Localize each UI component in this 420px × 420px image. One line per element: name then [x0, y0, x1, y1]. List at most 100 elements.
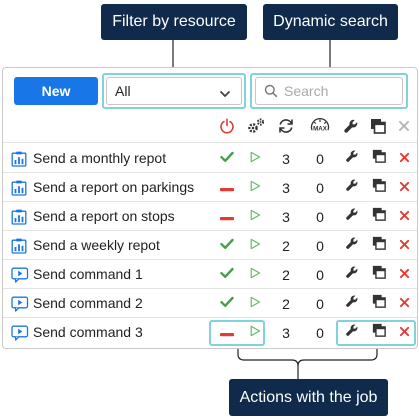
minus-icon: [220, 179, 234, 197]
job-name[interactable]: Send a report on stops: [33, 208, 175, 224]
report-icon: [11, 151, 27, 172]
run-job-button[interactable]: [243, 173, 267, 202]
runs-count: 2: [282, 295, 290, 312]
max-count: 0: [316, 324, 324, 341]
edit-job-button[interactable]: [340, 202, 364, 231]
wrench-icon: [343, 118, 359, 139]
edit-job-button[interactable]: [340, 231, 364, 260]
column-max-header[interactable]: MAX: [306, 117, 334, 139]
column-delete-header[interactable]: [394, 117, 414, 139]
header-divider: [3, 142, 417, 143]
toggle-status-button[interactable]: [215, 202, 239, 231]
check-icon: [220, 295, 234, 313]
close-icon: [399, 179, 410, 197]
copy-job-button[interactable]: [367, 231, 391, 260]
edit-job-button[interactable]: [340, 289, 364, 318]
delete-job-button[interactable]: [393, 173, 415, 202]
copy-job-button[interactable]: [367, 173, 391, 202]
runs-count: 3: [282, 179, 290, 196]
search-input[interactable]: [284, 83, 394, 99]
delete-job-button[interactable]: [393, 144, 415, 173]
runs-count: 3: [282, 150, 290, 167]
copy-job-button[interactable]: [367, 202, 391, 231]
toggle-status-button[interactable]: [215, 173, 239, 202]
max-count: 0: [316, 208, 324, 225]
column-power-header[interactable]: [216, 117, 238, 139]
toggle-status-button[interactable]: [215, 260, 239, 289]
chevron-down-icon: [219, 86, 231, 102]
job-name[interactable]: Send command 1: [33, 266, 143, 282]
resource-filter-value: All: [115, 83, 131, 99]
resource-filter-select[interactable]: All: [106, 77, 242, 105]
copy-job-button[interactable]: [367, 144, 391, 173]
run-job-button[interactable]: [243, 202, 267, 231]
toggle-status-button[interactable]: [215, 289, 239, 318]
edit-job-button[interactable]: [340, 144, 364, 173]
copy-job-button[interactable]: [367, 260, 391, 289]
run-job-button[interactable]: [243, 260, 267, 289]
report-icon: [11, 180, 27, 201]
job-name[interactable]: Send command 2: [33, 295, 143, 311]
search-field[interactable]: [255, 77, 403, 105]
delete-job-button[interactable]: [393, 260, 415, 289]
edit-job-button[interactable]: [340, 260, 364, 289]
play-icon: [249, 150, 261, 168]
job-row-6[interactable]: Send command 2 2 0: [3, 289, 417, 318]
column-copy-header[interactable]: [367, 117, 389, 139]
report-icon: [11, 238, 27, 259]
filter-callout: Filter by resource: [101, 4, 247, 40]
toggle-status-button[interactable]: [215, 231, 239, 260]
close-icon: [398, 119, 410, 137]
edit-job-button[interactable]: [340, 173, 364, 202]
wrench-icon: [345, 236, 359, 255]
copy-icon: [372, 236, 386, 255]
wrench-icon: [345, 178, 359, 197]
search-icon: [264, 84, 278, 98]
delete-job-button[interactable]: [393, 231, 415, 260]
max-icon: MAX: [309, 116, 331, 141]
delete-job-button[interactable]: [393, 289, 415, 318]
refresh-icon: [277, 117, 295, 140]
job-row-4[interactable]: Send a weekly repot 2 0: [3, 231, 417, 260]
job-name[interactable]: Send a monthly repot: [33, 150, 166, 166]
job-row-3[interactable]: Send a report on stops 3 0: [3, 202, 417, 231]
copy-job-button[interactable]: [367, 289, 391, 318]
play-icon: [249, 208, 261, 226]
job-row-2[interactable]: Send a report on parkings 3 0: [3, 173, 417, 202]
new-job-button[interactable]: New: [14, 77, 98, 105]
delete-job-button[interactable]: [393, 202, 415, 231]
wrench-icon: [345, 265, 359, 284]
close-icon: [399, 208, 410, 226]
copy-icon: [372, 294, 386, 313]
close-icon: [399, 150, 410, 168]
check-icon: [220, 150, 234, 168]
check-icon: [220, 266, 234, 284]
column-edit-header[interactable]: [340, 117, 362, 139]
column-refresh-header[interactable]: [274, 117, 298, 139]
runs-count: 3: [282, 208, 290, 225]
run-job-button[interactable]: [243, 144, 267, 173]
job-name[interactable]: Send a report on parkings: [33, 179, 194, 195]
column-gears-header[interactable]: [243, 117, 269, 139]
play-icon: [249, 295, 261, 313]
command-icon: [11, 296, 29, 317]
job-name[interactable]: Send command 3: [33, 324, 143, 340]
max-count: 0: [316, 295, 324, 312]
play-icon: [249, 237, 261, 255]
runs-count: 3: [282, 324, 290, 341]
close-icon: [399, 295, 410, 313]
job-row-5[interactable]: Send command 1 2 0: [3, 260, 417, 289]
run-job-button[interactable]: [243, 289, 267, 318]
gears-icon: [246, 117, 266, 140]
command-icon: [11, 325, 29, 346]
check-icon: [220, 237, 234, 255]
wrench-icon: [345, 149, 359, 168]
power-icon: [219, 117, 235, 139]
job-actions-highlight: [336, 320, 416, 346]
job-name[interactable]: Send a weekly repot: [33, 237, 160, 253]
copy-icon: [372, 149, 386, 168]
play-icon: [249, 179, 261, 197]
run-job-button[interactable]: [243, 231, 267, 260]
job-row-1[interactable]: Send a monthly repot 3 0: [3, 144, 417, 173]
toggle-status-button[interactable]: [215, 144, 239, 173]
